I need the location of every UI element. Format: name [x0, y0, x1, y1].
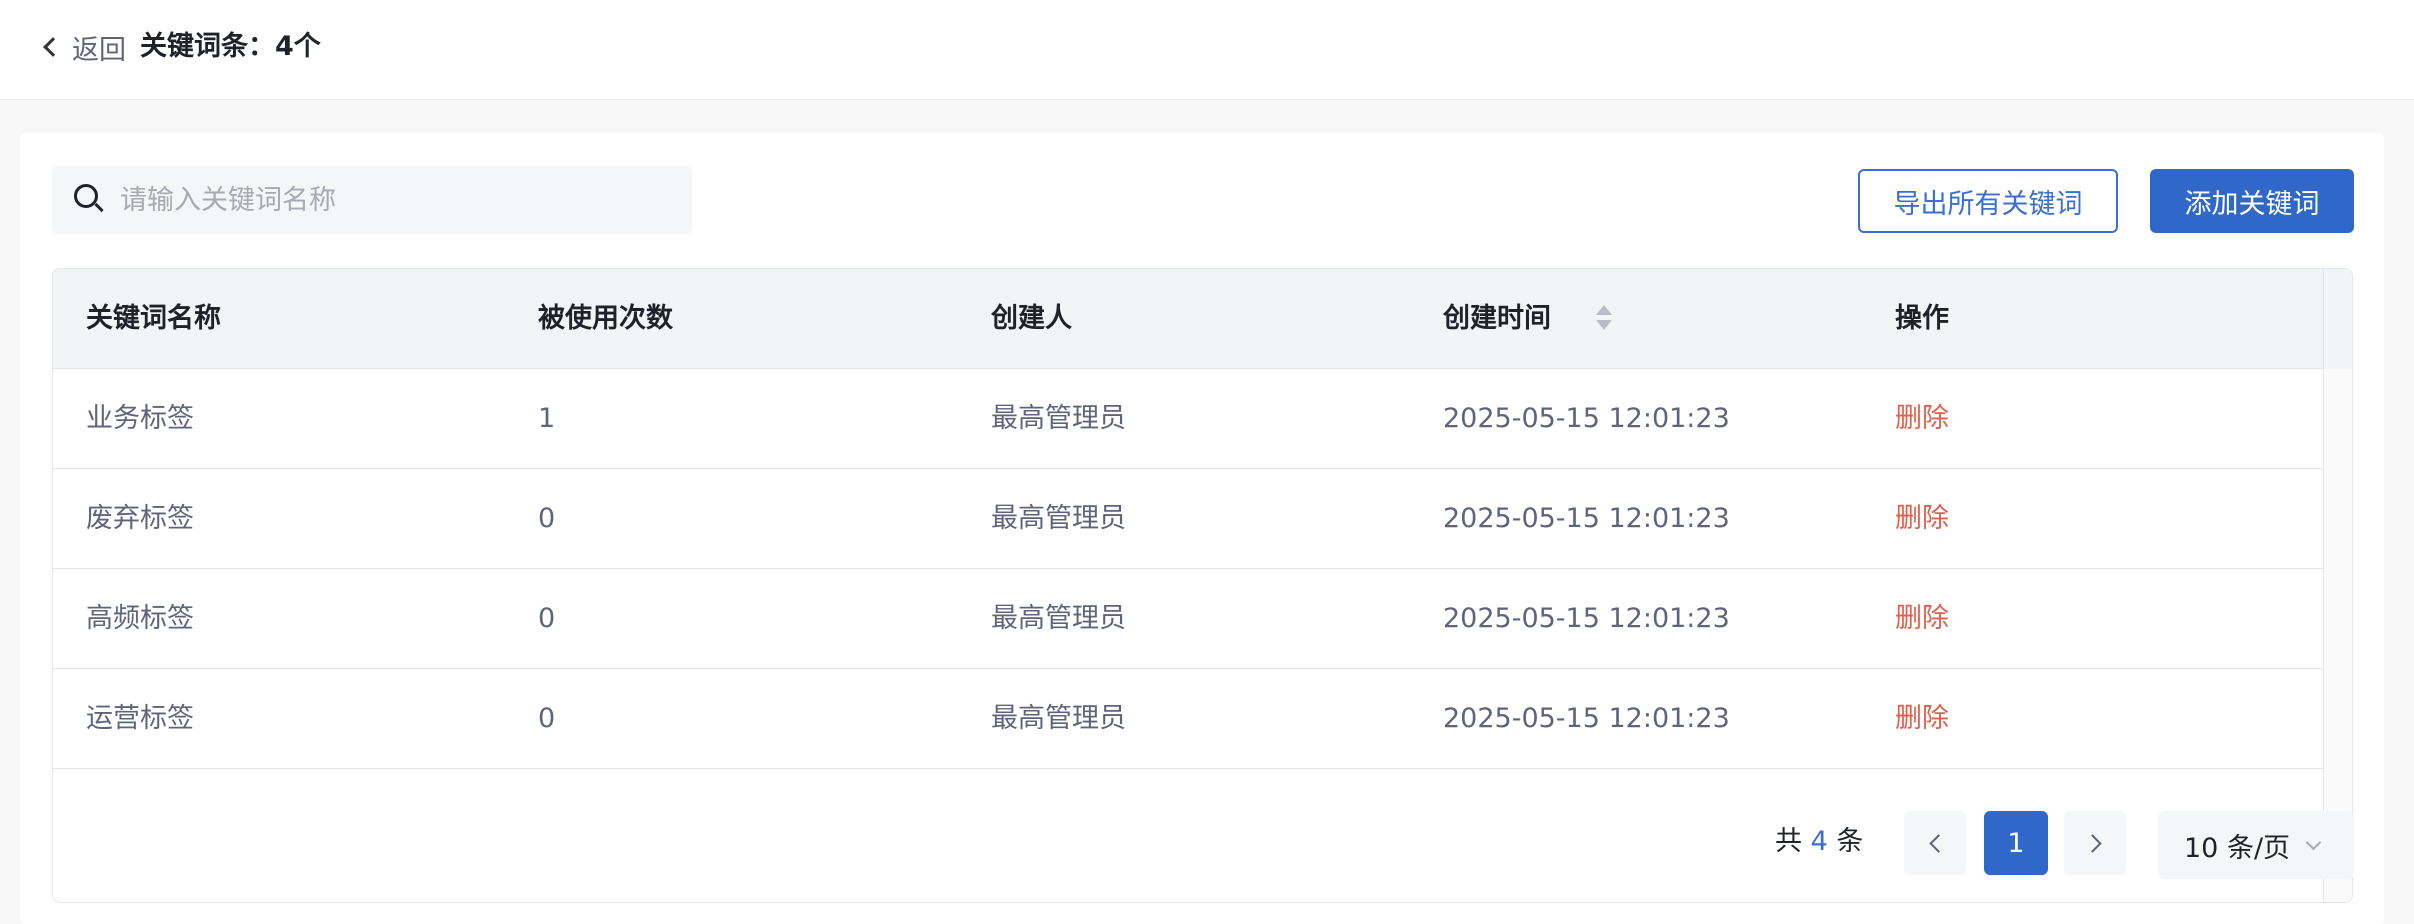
creator-cell: 最高管理员 [991, 703, 1126, 734]
page-header: 返回 关键词条：4个 [0, 0, 2414, 100]
chevron-left-icon [43, 37, 63, 57]
page-size-select[interactable]: 10 条/页 [2158, 811, 2354, 879]
search-icon [74, 184, 106, 216]
created-time-cell: 2025-05-15 12:01:23 [1443, 503, 1730, 534]
sort-icon[interactable] [1596, 305, 1612, 333]
creator-cell: 最高管理员 [991, 403, 1126, 434]
delete-link[interactable]: 删除 [1895, 569, 1949, 669]
keyword-name-cell: 废弃标签 [86, 503, 194, 534]
table-row: 运营标签 0 最高管理员 2025-05-15 12:01:23 删除 [53, 669, 2323, 769]
delete-link[interactable]: 删除 [1895, 669, 1949, 769]
table-row: 废弃标签 0 最高管理员 2025-05-15 12:01:23 删除 [53, 469, 2323, 569]
back-button[interactable]: 返回 [40, 28, 126, 66]
keywords-table: 关键词名称 被使用次数 创建人 创建时间 操作 业务标签 1 最高管理员 202… [52, 268, 2353, 903]
add-keyword-button[interactable]: 添加关键词 [2150, 169, 2354, 233]
chevron-right-icon [2082, 833, 2102, 853]
page-title: 关键词条：4个 [140, 31, 321, 62]
delete-link[interactable]: 删除 [1895, 369, 1949, 469]
export-keywords-button[interactable]: 导出所有关键词 [1858, 169, 2118, 233]
table-row: 高频标签 0 最高管理员 2025-05-15 12:01:23 删除 [53, 569, 2323, 669]
usage-count-cell: 1 [538, 403, 556, 434]
next-page-button[interactable] [2064, 811, 2126, 875]
total-prefix: 共 [1775, 826, 1802, 857]
column-header-created-time[interactable]: 创建时间 [1443, 269, 1551, 369]
creator-cell: 最高管理员 [991, 503, 1126, 534]
search-box[interactable] [52, 166, 692, 234]
table-scrollbar[interactable] [2323, 269, 2352, 902]
column-header-actions: 操作 [1895, 303, 1949, 334]
chevron-down-icon [2305, 834, 2322, 850]
created-time-cell: 2025-05-15 12:01:23 [1443, 403, 1730, 434]
column-header-usage-count: 被使用次数 [538, 303, 673, 334]
keyword-name-cell: 业务标签 [86, 403, 194, 434]
creator-cell: 最高管理员 [991, 603, 1126, 634]
created-time-cell: 2025-05-15 12:01:23 [1443, 703, 1730, 734]
keyword-name-cell: 运营标签 [86, 703, 194, 734]
total-suffix: 条 [1836, 826, 1864, 857]
page-number-button[interactable]: 1 [1984, 811, 2048, 875]
page-size-label: 10 条/页 [2184, 832, 2291, 864]
prev-page-button[interactable] [1904, 811, 1966, 875]
column-header-name: 关键词名称 [86, 303, 221, 334]
table-row: 业务标签 1 最高管理员 2025-05-15 12:01:23 删除 [53, 369, 2323, 469]
content-card: 导出所有关键词 添加关键词 关键词名称 被使用次数 创建人 创建时间 操作 业务… [20, 133, 2384, 924]
pagination-total: 共 4 条 [1775, 822, 1863, 862]
total-count: 4 [1810, 826, 1828, 857]
search-input[interactable] [120, 184, 660, 216]
back-label: 返回 [72, 34, 126, 66]
usage-count-cell: 0 [538, 503, 556, 534]
table-header: 关键词名称 被使用次数 创建人 创建时间 操作 [53, 269, 2323, 369]
created-time-cell: 2025-05-15 12:01:23 [1443, 603, 1730, 634]
keyword-name-cell: 高频标签 [86, 603, 194, 634]
chevron-left-icon [1928, 833, 1948, 853]
delete-link[interactable]: 删除 [1895, 469, 1949, 569]
usage-count-cell: 0 [538, 703, 556, 734]
column-header-creator[interactable]: 创建人 [991, 269, 1072, 369]
usage-count-cell: 0 [538, 603, 556, 634]
